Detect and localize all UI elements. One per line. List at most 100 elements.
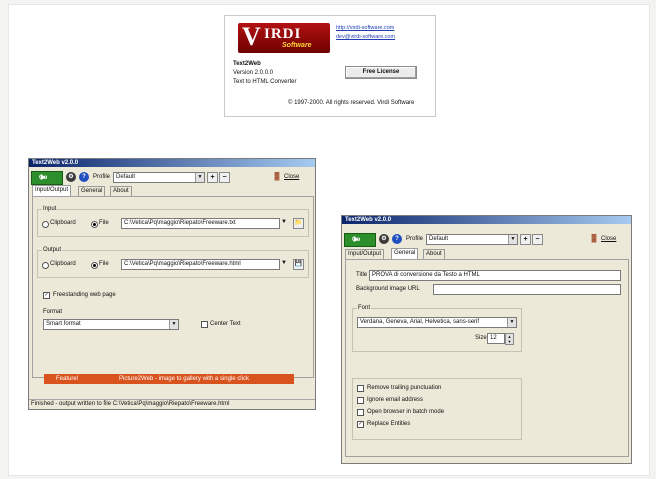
- ignore-email-label: Ignore email address: [367, 397, 424, 403]
- banner-text: Picture2Web - image to gallery with a si…: [119, 376, 249, 382]
- website-link[interactable]: http://virdi-software.com: [336, 25, 394, 31]
- tab-strip: Input/Output General About: [32, 185, 312, 197]
- go-button[interactable]: ▶ Go: [31, 171, 63, 185]
- main-window: Text2Web v2.0.0 ▶ Go ⚙ ? Profile Default…: [28, 158, 316, 410]
- tab-input-output[interactable]: Input/Output: [345, 249, 385, 259]
- tab-strip: Input/Output General About: [345, 248, 627, 260]
- close-button[interactable]: Close: [601, 236, 616, 242]
- format-select[interactable]: Smart format ▼: [43, 319, 179, 330]
- input-path-field[interactable]: C:\Vetica\Pq\maggio\Riepato\Freeware.txt: [121, 218, 280, 229]
- size-value: 12: [490, 335, 497, 341]
- font-select[interactable]: Verdana, Geneva, Arial, Helvetica, sans-…: [357, 317, 517, 328]
- app-name: Text2Web: [233, 61, 261, 67]
- size-stepper[interactable]: ▲ ▼: [505, 333, 514, 345]
- status-bar: Finished - output written to file C:\Vet…: [29, 399, 315, 408]
- virdi-logo: V IRDI Software: [238, 22, 330, 53]
- go-icon: ▶: [41, 175, 46, 181]
- chevron-down-icon[interactable]: ▼: [281, 219, 287, 225]
- banner-feature: Feature!: [56, 376, 79, 382]
- font-label: Font: [357, 305, 372, 311]
- app-description: Text to HTML Converter: [233, 79, 297, 85]
- output-clipboard-radio[interactable]: [42, 262, 49, 269]
- go-icon: ▶: [354, 237, 359, 243]
- door-icon: 🚪: [272, 172, 282, 181]
- remove-profile-button[interactable]: −: [532, 234, 543, 245]
- options-group: Remove trailing punctuation Ignore email…: [352, 378, 522, 440]
- gear-icon[interactable]: ⚙: [66, 172, 76, 182]
- font-value: Verdana, Geneva, Arial, Helvetica, sans-…: [360, 319, 480, 325]
- logo-sub: Software: [282, 42, 312, 49]
- tab-about[interactable]: About: [110, 186, 132, 196]
- title-field-label: Title: [356, 272, 368, 278]
- freestanding-checkbox[interactable]: ✓: [43, 292, 50, 299]
- add-profile-button[interactable]: +: [207, 172, 218, 183]
- general-window: Text2Web v2.0.0 ▶ Go ⚙ ? Profile Default…: [341, 215, 632, 464]
- open-browser-label: Open browser in batch mode: [367, 409, 445, 415]
- chevron-down-icon: ▼: [195, 173, 204, 182]
- logo-name: IRDI: [264, 26, 302, 42]
- profile-select[interactable]: Default ▼: [113, 172, 205, 183]
- free-license-button[interactable]: Free License: [345, 66, 417, 79]
- format-value: Smart format: [46, 321, 81, 327]
- output-file-label: File: [99, 261, 109, 267]
- output-path-field[interactable]: C:\Vetica\Pq\maggio\Riepato\Freeware.htm…: [121, 259, 280, 270]
- remove-punctuation-label: Remove trailing punctuation: [367, 385, 442, 391]
- output-label: Output: [42, 247, 63, 253]
- replace-entities-checkbox[interactable]: ✓: [357, 421, 364, 428]
- input-file-radio[interactable]: [91, 221, 98, 228]
- input-clipboard-radio[interactable]: [42, 221, 49, 228]
- email-link[interactable]: dev@virdi-software.com: [336, 34, 395, 40]
- profile-label: Profile: [406, 236, 424, 242]
- folder-icon[interactable]: 📁: [293, 218, 304, 229]
- title-field[interactable]: PROVA di conversione da Testo a HTML: [369, 270, 621, 281]
- input-label: Input: [42, 206, 58, 212]
- remove-punctuation-checkbox[interactable]: [357, 385, 364, 392]
- freestanding-label: Freestanding web page: [53, 292, 116, 298]
- size-label: Size: [475, 335, 487, 341]
- copyright-text: © 1997-2000. All rights reserved. Virdi …: [288, 100, 415, 106]
- title-bar: Text2Web v2.0.0: [342, 216, 631, 224]
- input-file-label: File: [99, 220, 109, 226]
- add-profile-button[interactable]: +: [520, 234, 531, 245]
- tab-general[interactable]: General: [78, 186, 106, 196]
- replace-entities-label: Replace Entities: [367, 421, 411, 427]
- input-path-value: C:\Vetica\Pq\maggio\Riepato\Freeware.txt: [124, 220, 236, 226]
- output-file-radio[interactable]: [91, 262, 98, 269]
- input-clipboard-label: Clipboard: [50, 220, 76, 226]
- go-button[interactable]: ▶ Go: [344, 233, 376, 247]
- output-clipboard-label: Clipboard: [50, 261, 76, 267]
- door-icon: 🚪: [589, 234, 599, 243]
- profile-label: Profile: [93, 174, 111, 180]
- help-icon[interactable]: ?: [79, 172, 89, 182]
- center-text-label: Center Text: [210, 321, 241, 327]
- disk-icon[interactable]: 💾: [293, 259, 304, 270]
- promo-banner[interactable]: Feature! Picture2Web - image to gallery …: [44, 374, 294, 384]
- ignore-email-checkbox[interactable]: [357, 397, 364, 404]
- open-browser-checkbox[interactable]: [357, 409, 364, 416]
- center-text-checkbox[interactable]: [201, 321, 208, 328]
- size-field[interactable]: 12: [487, 333, 505, 344]
- chevron-down-icon: ▼: [507, 318, 516, 327]
- background-url-label: Background image URL: [356, 286, 420, 292]
- tab-about[interactable]: About: [423, 249, 445, 259]
- about-dialog: V IRDI Software http://virdi-software.co…: [224, 15, 436, 117]
- input-output-panel: Input Clipboard File C:\Vetica\Pq\maggio…: [32, 196, 314, 378]
- app-version: Version 2.0.0.0: [233, 70, 274, 76]
- title-field-value: PROVA di conversione da Testo a HTML: [372, 272, 480, 278]
- close-button[interactable]: Close: [284, 174, 299, 180]
- output-group: Output Clipboard File C:\Vetica\Pq\maggi…: [37, 247, 309, 278]
- logo-letter: V: [242, 22, 261, 51]
- chevron-down-icon: ▼: [508, 235, 517, 244]
- chevron-down-icon[interactable]: ▼: [281, 260, 287, 266]
- title-bar: Text2Web v2.0.0: [29, 159, 315, 167]
- gear-icon[interactable]: ⚙: [379, 234, 389, 244]
- profile-select[interactable]: Default ▼: [426, 234, 518, 245]
- background-url-field[interactable]: [433, 284, 621, 295]
- general-panel: Title PROVA di conversione da Testo a HT…: [345, 259, 629, 457]
- remove-profile-button[interactable]: −: [219, 172, 230, 183]
- help-icon[interactable]: ?: [392, 234, 402, 244]
- chevron-down-icon: ▼: [169, 320, 178, 329]
- input-group: Input Clipboard File C:\Vetica\Pq\maggio…: [37, 206, 309, 237]
- font-group: Font Verdana, Geneva, Arial, Helvetica, …: [352, 305, 522, 352]
- format-label: Format: [43, 309, 63, 315]
